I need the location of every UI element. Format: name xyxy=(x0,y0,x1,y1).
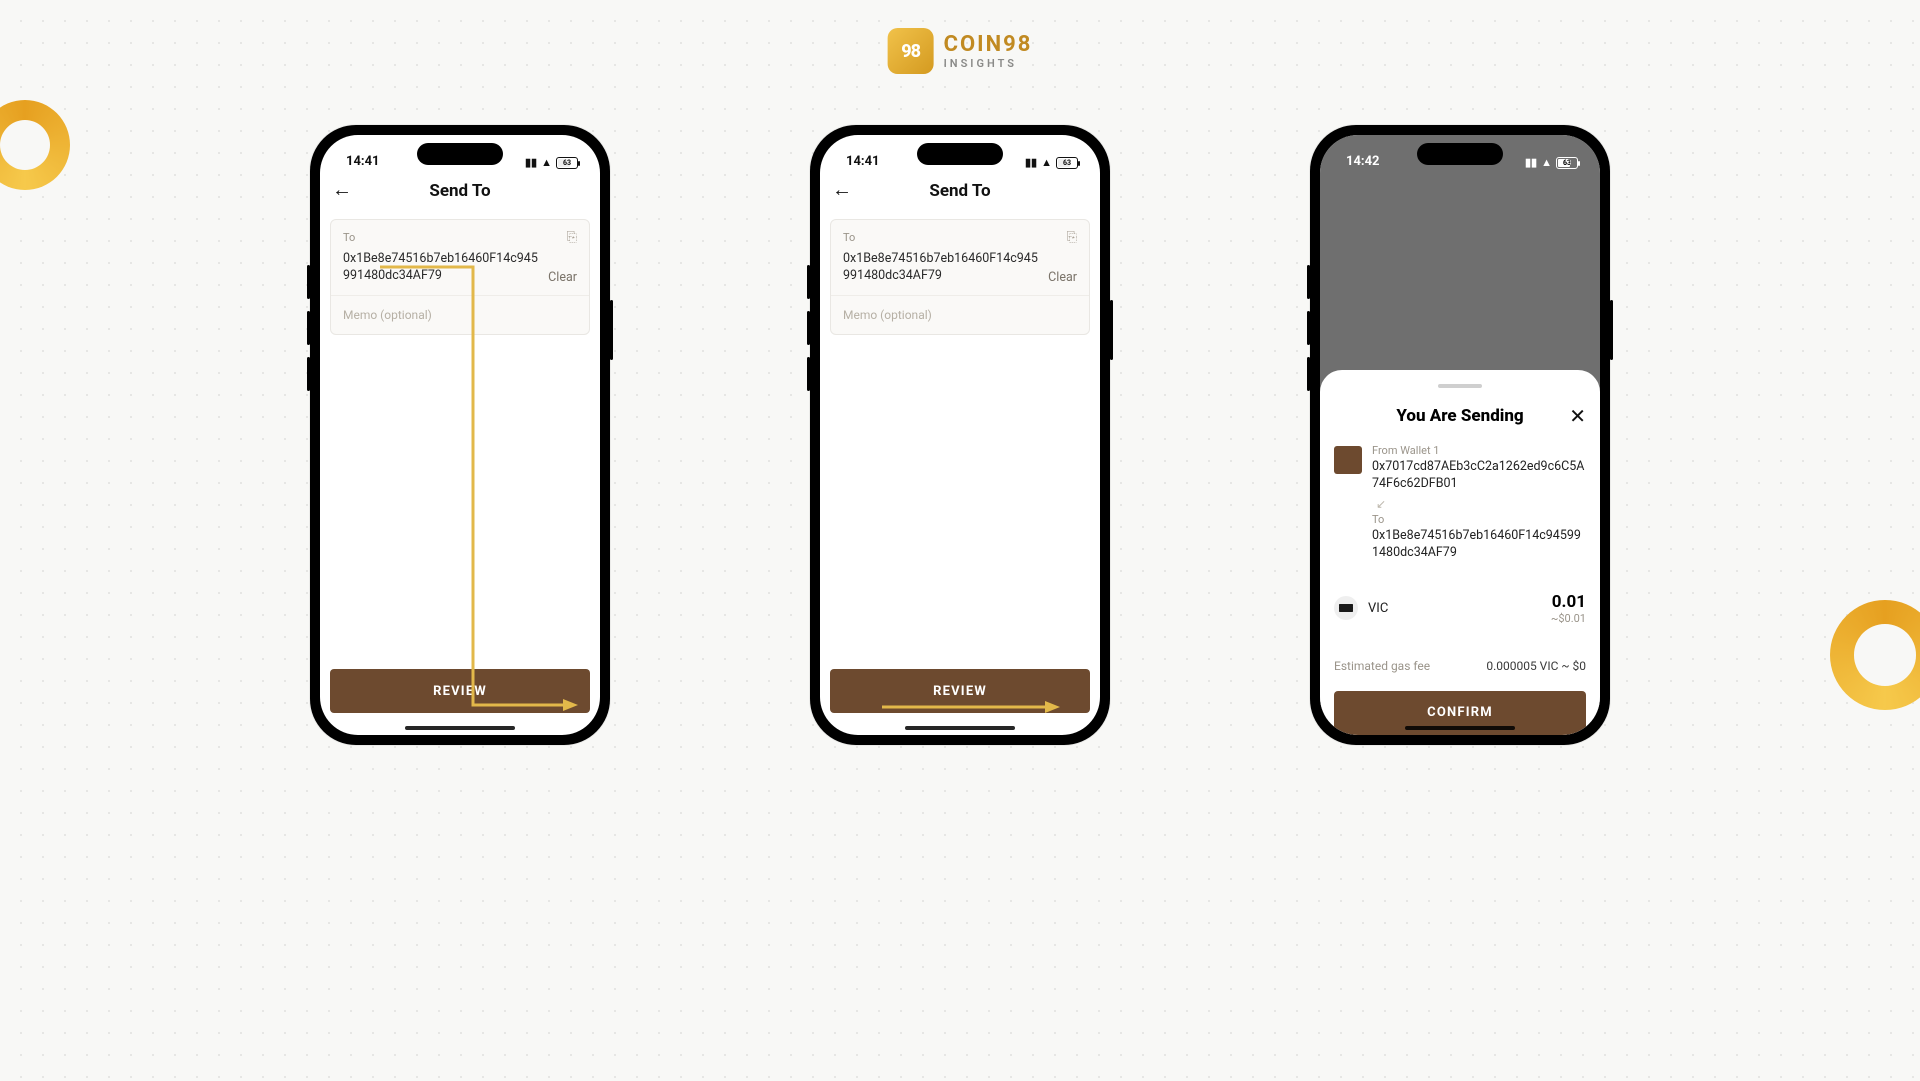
paste-icon[interactable]: ⎘ xyxy=(1067,230,1077,245)
recipient-card: To ⎘ 0x1Be8e74516b7eb16460F14c945991480d… xyxy=(830,219,1090,335)
to-label: To xyxy=(843,231,855,244)
sheet-title: You Are Sending xyxy=(1396,406,1523,426)
recipient-address[interactable]: 0x1Be8e74516b7eb16460F14c945991480dc34AF… xyxy=(843,251,1038,285)
cellular-icon: ▮▮ xyxy=(1025,156,1037,169)
battery-icon: 63 xyxy=(1556,157,1578,169)
to-label: To xyxy=(1372,513,1586,526)
phone-frame-3: 14:42 ▮▮ ▲ 63 You Are Sending ✕ From Wal… xyxy=(1310,125,1610,745)
app-header: ← Send To xyxy=(320,171,600,211)
brand-name: COIN98 xyxy=(944,34,1033,56)
memo-input[interactable]: Memo (optional) xyxy=(331,296,589,334)
sheet-grabber[interactable] xyxy=(1438,384,1482,388)
gas-fee-label: Estimated gas fee xyxy=(1334,659,1430,673)
from-wallet-label: From Wallet 1 xyxy=(1372,444,1586,457)
dynamic-island xyxy=(1417,143,1503,165)
back-icon[interactable]: ← xyxy=(832,179,852,199)
to-address: 0x1Be8e74516b7eb16460F14c945991480dc34AF… xyxy=(1372,528,1586,562)
status-time: 14:42 xyxy=(1346,154,1380,169)
battery-icon: 63 xyxy=(1056,157,1078,169)
dynamic-island xyxy=(917,143,1003,165)
home-indicator xyxy=(405,726,515,730)
brand-badge-icon: 98 xyxy=(888,28,934,74)
home-indicator xyxy=(905,726,1015,730)
recipient-address[interactable]: 0x1Be8e74516b7eb16460F14c945991480dc34AF… xyxy=(343,251,538,285)
review-button[interactable]: REVIEW xyxy=(830,669,1090,713)
close-icon[interactable]: ✕ xyxy=(1569,406,1586,426)
from-address: 0x7017cd87AEb3cC2a1262ed9c6C5A74F6c62DFB… xyxy=(1372,459,1586,493)
asset-symbol: VIC xyxy=(1368,601,1388,616)
phone-frame-2: 14:41 ▮▮ ▲ 63 ← Send To To ⎘ xyxy=(810,125,1110,745)
cellular-icon: ▮▮ xyxy=(1525,156,1537,169)
brand-subtitle: INSIGHTS xyxy=(944,58,1033,69)
recipient-card: To ⎘ 0x1Be8e74516b7eb16460F14c945991480d… xyxy=(330,219,590,335)
wifi-icon: ▲ xyxy=(1041,156,1052,169)
arrow-down-icon: ↙ xyxy=(1376,497,1586,511)
home-indicator xyxy=(1405,726,1515,730)
confirm-sheet: You Are Sending ✕ From Wallet 1 0x7017cd… xyxy=(1320,370,1600,735)
send-amount: 0.01 xyxy=(1551,592,1586,612)
wifi-icon: ▲ xyxy=(541,156,552,169)
back-icon[interactable]: ← xyxy=(332,179,352,199)
send-amount-usd: ~$0.01 xyxy=(1551,612,1586,625)
status-time: 14:41 xyxy=(846,154,880,169)
cellular-icon: ▮▮ xyxy=(525,156,537,169)
page-title: Send To xyxy=(929,181,990,201)
review-button[interactable]: REVIEW xyxy=(330,669,590,713)
app-header: ← Send To xyxy=(820,171,1100,211)
paste-icon[interactable]: ⎘ xyxy=(567,230,577,245)
wifi-icon: ▲ xyxy=(1541,156,1552,169)
clear-button[interactable]: Clear xyxy=(548,270,577,285)
clear-button[interactable]: Clear xyxy=(1048,270,1077,285)
gas-fee-value: 0.000005 VIC ~ $0 xyxy=(1486,659,1586,673)
dynamic-island xyxy=(417,143,503,165)
page-title: Send To xyxy=(429,181,490,201)
asset-icon xyxy=(1334,596,1358,620)
memo-input[interactable]: Memo (optional) xyxy=(831,296,1089,334)
to-label: To xyxy=(343,231,355,244)
brand-logo: 98 COIN98 INSIGHTS xyxy=(888,28,1033,74)
phone-frame-1: 14:41 ▮▮ ▲ 63 ← Send To To ⎘ xyxy=(310,125,610,745)
wallet-avatar-icon xyxy=(1334,446,1362,474)
status-time: 14:41 xyxy=(346,154,380,169)
battery-icon: 63 xyxy=(556,157,578,169)
